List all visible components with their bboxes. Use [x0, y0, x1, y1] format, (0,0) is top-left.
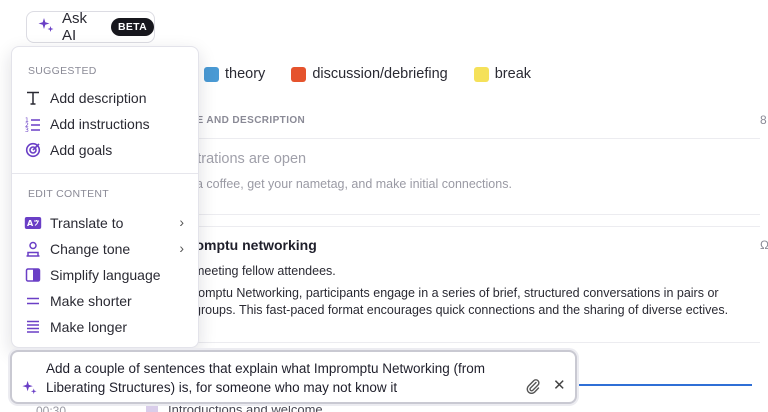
menu-item-label: Translate to — [50, 215, 124, 231]
legend-swatch-discussion — [291, 66, 307, 82]
menu-item-make-shorter[interactable]: Make shorter — [24, 288, 196, 314]
ai-prompt-input[interactable]: Add a couple of sentences that explain w… — [10, 350, 577, 404]
menu-item-label: Make longer — [50, 319, 128, 335]
translate-icon: A — [24, 214, 42, 232]
drop-indicator — [578, 384, 752, 386]
section-label-suggested: SUGGESTED — [28, 65, 97, 77]
legend-item-discussion: discussion/debriefing — [291, 66, 448, 82]
text-icon — [24, 89, 42, 107]
chevron-right-icon: › — [179, 240, 184, 256]
legend-item-theory: theory — [204, 66, 265, 82]
legend-swatch-theory — [204, 66, 219, 82]
legend-label: discussion/debriefing — [312, 66, 448, 82]
svg-text:A: A — [27, 219, 34, 228]
legend-label: break — [494, 66, 532, 82]
person-icon — [24, 240, 42, 258]
menu-item-translate-to[interactable]: A Translate to › — [24, 210, 196, 236]
menu-item-label: Add goals — [50, 142, 113, 158]
row-title[interactable]: strations are open — [190, 151, 306, 167]
category-legend: theory discussion/debriefing break — [204, 66, 557, 82]
edge-glyph: Ω — [760, 238, 768, 252]
menu-item-make-longer[interactable]: Make longer — [24, 314, 196, 340]
menu-item-label: Change tone — [50, 241, 131, 257]
menu-item-label: Simplify language — [50, 267, 161, 283]
legend-swatch-break — [473, 66, 489, 82]
legend-item-break: break — [473, 66, 532, 82]
menu-divider — [12, 173, 198, 174]
short-lines-icon — [24, 292, 42, 310]
category-marker — [146, 404, 158, 412]
row-divider — [130, 138, 760, 139]
prompt-text[interactable]: Add a couple of sentences that explain w… — [46, 359, 516, 397]
row-description: romptu Networking, participants engage i… — [194, 286, 729, 317]
row-time: 00:30 — [36, 404, 67, 412]
row-divider — [130, 342, 760, 343]
section-label-edit: EDIT CONTENT — [28, 188, 109, 200]
chevron-right-icon: › — [179, 214, 184, 230]
sparkle-icon — [37, 16, 55, 39]
menu-item-change-tone[interactable]: Change tone › — [24, 236, 196, 262]
sparkle-icon — [21, 379, 38, 401]
menu-item-label: Add instructions — [50, 116, 150, 132]
row-title[interactable]: romptu networking — [190, 237, 317, 253]
menu-item-label: Add description — [50, 90, 147, 106]
numbered-list-icon: 123 — [24, 115, 42, 133]
target-icon — [24, 141, 42, 159]
menu-item-simplify-language[interactable]: Simplify language — [24, 262, 196, 288]
column-header-title: LE AND DESCRIPTION — [190, 115, 306, 126]
beta-badge: BETA — [110, 18, 154, 36]
book-icon — [24, 266, 42, 284]
row-divider — [130, 226, 760, 227]
legend-label: theory — [225, 66, 266, 82]
menu-item-add-instructions[interactable]: 123 Add instructions — [24, 111, 196, 137]
ask-ai-label: Ask AI — [62, 10, 88, 44]
menu-item-add-description[interactable]: Add description — [24, 85, 196, 111]
edge-glyph: 8 — [760, 113, 767, 127]
close-icon[interactable]: ✕ — [553, 376, 566, 394]
row-description: a coffee, get your nametag, and make ini… — [196, 177, 512, 191]
svg-text:3: 3 — [25, 127, 29, 132]
long-lines-icon — [24, 318, 42, 336]
paperclip-icon[interactable] — [525, 378, 541, 399]
row-description: meeting fellow attendees. — [194, 264, 336, 278]
app-window: Ask AI BETA theory discussion/debriefing… — [0, 0, 768, 412]
ask-ai-menu: SUGGESTED Add description 123 Add instru… — [11, 46, 199, 348]
menu-item-label: Make shorter — [50, 293, 132, 309]
ask-ai-button[interactable]: Ask AI BETA — [26, 10, 155, 44]
row-divider — [130, 214, 760, 215]
menu-item-add-goals[interactable]: Add goals — [24, 137, 196, 163]
